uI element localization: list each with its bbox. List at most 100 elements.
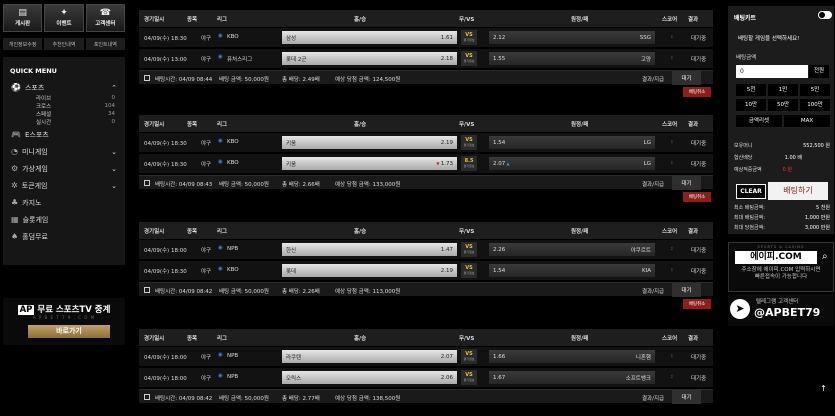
board-button[interactable]: ▤ 게시판 — [3, 4, 43, 32]
home-odds-button[interactable]: 라쿠텐 2.07 — [282, 350, 457, 363]
slip-toggle[interactable] — [818, 11, 832, 19]
draw-button[interactable]: VS 경기정보 — [461, 51, 477, 66]
home-odds-button[interactable]: 키움 ▼ 1.73 — [282, 157, 457, 170]
profile-edit-link[interactable]: 개인정보수정 — [3, 38, 43, 50]
menu-casino[interactable]: ♣ 카지노 — [3, 196, 125, 209]
column-header: 결과 — [688, 336, 699, 342]
column-header: 원정/패 — [571, 17, 589, 23]
referral-link[interactable]: 추천인내역 — [44, 38, 84, 50]
cancel-bet-button[interactable]: 배팅취소 — [683, 192, 711, 202]
draw-button[interactable]: VS 경기정보 — [461, 263, 477, 278]
quick-50k-button[interactable]: 5만 — [800, 84, 830, 96]
ad-text-2: 빠른접속이 가능합니다 — [754, 274, 808, 280]
go-button[interactable]: 바로가기 — [28, 325, 110, 338]
select-checkbox[interactable] — [144, 74, 150, 81]
esports-icon: 🎮 — [11, 130, 21, 139]
cancel-bet-button[interactable]: 배팅취소 — [683, 87, 711, 97]
quick-5k-button[interactable]: 5천 — [736, 84, 766, 96]
menu-token[interactable]: ✲ 토큰게임 ⌄ — [3, 179, 125, 192]
column-header: 종목 — [187, 336, 198, 342]
league-icon: ◉ — [218, 54, 223, 60]
home-odds-button[interactable]: 삼성 1.61 — [282, 31, 457, 44]
home-odds-button[interactable]: 키움 2.19 — [282, 136, 457, 149]
event-button[interactable]: ✦ 이벤트 — [44, 4, 84, 32]
clear-button[interactable]: CLEAR — [736, 184, 766, 199]
domain-ad[interactable]: SPORTS & CASINO 에이피.COM ⌕ 주소창에 에이피.COM 입… — [728, 242, 834, 292]
telegram-ad[interactable]: ➤ 텔레그램 고객센터 @APBET79 — [728, 294, 834, 326]
away-odds-button[interactable]: 2.12 SSG — [489, 31, 655, 44]
away-odds-button[interactable]: 2.26 야쿠르트 — [489, 243, 655, 256]
status-button[interactable]: 대기 — [672, 283, 701, 297]
column-header: 경기일시 — [144, 17, 165, 23]
draw-button[interactable]: VS 경기정보 — [461, 242, 477, 257]
max-button[interactable]: MAX — [784, 115, 830, 127]
reset-amount-button[interactable]: 금액리셋 — [736, 115, 782, 127]
match-date: 04/09(수) 13:00 — [144, 57, 187, 63]
place-bet-button[interactable]: 배팅하기 — [768, 182, 828, 200]
sports-tv-banner[interactable]: AP 무료 스포츠TV 중계 A P B E T 7 9 . C O M 바로가기 — [3, 298, 125, 345]
home-odds-button[interactable]: 롯데 2.19 — [282, 264, 457, 277]
top-icon-bar: ▤ 게시판 ✦ 이벤트 ☎ 고객센터 — [3, 4, 125, 32]
status-button[interactable]: 대기 — [672, 176, 701, 190]
menu-sports[interactable]: ⚽ 스포츠 ⌃ — [3, 81, 125, 94]
account-links: 개인정보수정 추천인내역 포인트내역 — [3, 38, 125, 50]
home-odds-button[interactable]: 오릭스 2.06 — [282, 371, 457, 384]
menu-sub-live[interactable]: 라이브 0 — [3, 94, 125, 102]
home-odds-button[interactable]: 한신 1.47 — [282, 243, 457, 256]
table-row: 04/09(수) 18:30 야구 ◉ KBO 삼성 1.61 VS 경기정보 2.12 SSG:… — [139, 28, 713, 47]
home-odds-button[interactable]: 롯데 2군 2.18 — [282, 52, 457, 65]
cancel-bet-button[interactable]: 배팅취소 — [683, 299, 711, 309]
select-checkbox[interactable] — [144, 286, 150, 293]
draw-button[interactable]: VS 경기정보 — [461, 30, 477, 45]
sport: 야구 — [201, 376, 212, 382]
column-header: 리그 — [217, 17, 228, 23]
away-odds-button[interactable]: 1.66 니혼햄 — [489, 350, 655, 363]
scroll-top-icon[interactable]: ↑ — [820, 384, 827, 393]
column-header: 원정/패 — [571, 229, 589, 235]
chevron-down-icon: ⌄ — [111, 164, 117, 173]
draw-button[interactable]: VS 경기정보 — [461, 349, 477, 364]
status-button[interactable]: 대기 — [672, 390, 701, 404]
ap-logo: AP — [17, 305, 35, 315]
menu-sub-cross[interactable]: 크로스 104 — [3, 102, 125, 110]
menu-sub-special[interactable]: 스페셜 34 — [3, 110, 125, 118]
result-pay: 결과/지급 — [642, 396, 665, 402]
sport: 야구 — [201, 162, 212, 168]
menu-holdem[interactable]: ♠ 홀덤무료 — [3, 230, 125, 243]
home-odds-wrap: 2.18 — [441, 56, 453, 62]
quick-1m-button[interactable]: 100만 — [800, 99, 830, 111]
column-header: 리그 — [217, 122, 228, 128]
odds-up-icon: ▲ — [505, 160, 510, 166]
away-odds-button[interactable]: 1.67 소프트뱅크 — [489, 371, 655, 384]
quick-100k-button[interactable]: 10만 — [736, 99, 766, 111]
draw-button[interactable]: VS 경기정보 — [461, 135, 477, 150]
bet-time: 배팅시간: 04/09 08:43 — [155, 182, 213, 188]
menu-esports[interactable]: 🎮 E스포츠 — [3, 128, 125, 141]
bet-slip-title: 배팅카트 — [734, 15, 757, 22]
away-odds-button[interactable]: 1.54 KIA — [489, 264, 655, 277]
select-checkbox[interactable] — [144, 179, 150, 186]
amount-input[interactable]: 0 — [736, 65, 808, 78]
menu-minigame[interactable]: ◔ 미니게임 ⌄ — [3, 145, 125, 158]
support-button[interactable]: ☎ 고객센터 — [85, 4, 125, 32]
all-in-button[interactable]: 전원 — [809, 65, 829, 78]
points-link[interactable]: 포인트내역 — [85, 38, 125, 50]
draw-button[interactable]: VS 경기정보 — [461, 370, 477, 385]
menu-slot[interactable]: ▦ 슬롯게임 — [3, 213, 125, 226]
away-odds-button[interactable]: 2.07 ▲ LG — [489, 157, 655, 170]
sport: 야구 — [201, 355, 212, 361]
quick-500k-button[interactable]: 50만 — [768, 99, 798, 111]
board-icon: ▤ — [18, 8, 27, 18]
away-odds-button[interactable]: 1.55 고양 — [489, 52, 655, 65]
vs-sub: 경기정보 — [463, 377, 475, 382]
ad-domain: 에이피.COM — [735, 251, 817, 264]
away-odds-button[interactable]: 1.54 LG — [489, 136, 655, 149]
home-odds: 2.06 — [440, 374, 453, 381]
status-button[interactable]: 대기 — [672, 71, 701, 85]
menu-sub-realtime[interactable]: 실시간 0 — [3, 118, 125, 126]
draw-button[interactable]: 8.5 경기정보 — [461, 156, 477, 171]
quick-10k-button[interactable]: 1만 — [768, 84, 798, 96]
select-checkbox[interactable] — [144, 393, 150, 400]
away-team: 야쿠르트 — [630, 247, 651, 254]
menu-virtual[interactable]: ⚙ 가상게임 ⌄ — [3, 162, 125, 175]
